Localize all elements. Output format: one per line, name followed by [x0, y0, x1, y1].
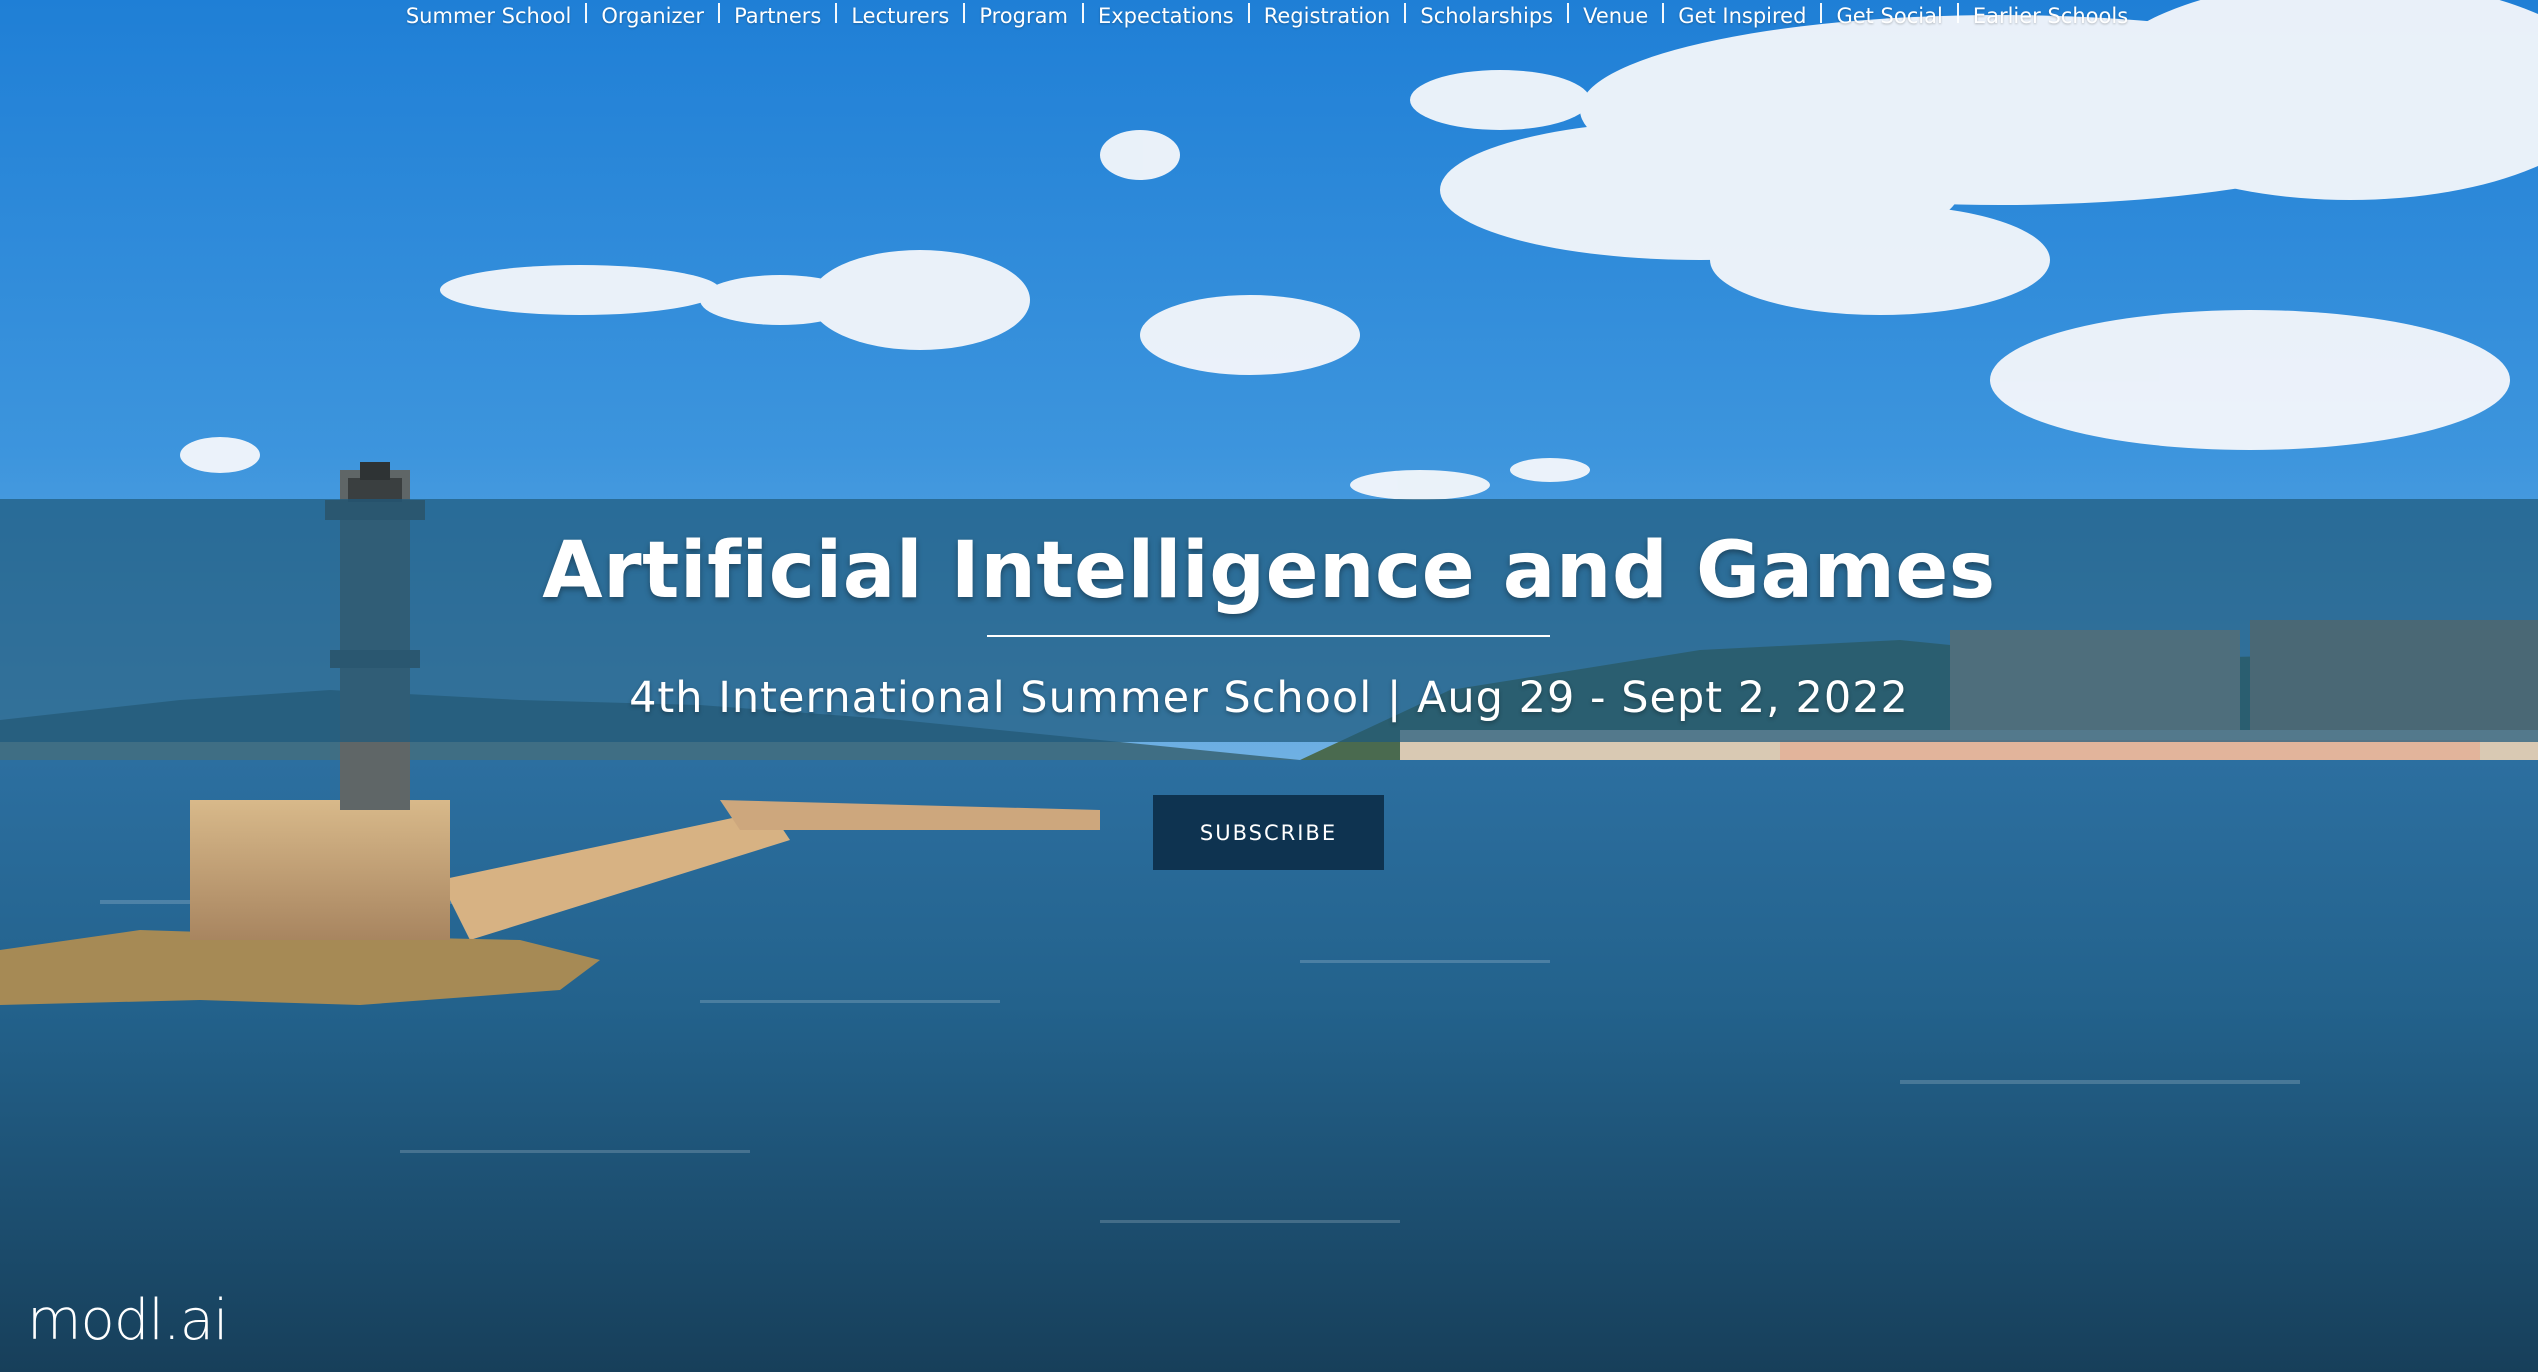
nav-item-program[interactable]: Program — [965, 0, 1082, 32]
nav-separator — [835, 3, 838, 23]
nav-separator — [1820, 3, 1823, 23]
nav-list: Summer School Organizer Partners Lecture… — [392, 0, 2142, 32]
nav-separator — [1081, 3, 1084, 23]
nav-separator — [963, 3, 966, 23]
nav-item-venue[interactable]: Venue — [1569, 0, 1662, 32]
nav-item-summer-school[interactable]: Summer School — [392, 0, 586, 32]
nav-separator — [1567, 3, 1570, 23]
nav-separator — [1404, 3, 1407, 23]
nav-item-earlier-schools[interactable]: Earlier Schools — [1959, 0, 2142, 32]
page-subtitle: 4th International Summer School | Aug 29… — [629, 673, 1909, 723]
nav-item-get-social[interactable]: Get Social — [1822, 0, 1956, 32]
nav-item-expectations[interactable]: Expectations — [1084, 0, 1248, 32]
nav-item-lecturers[interactable]: Lecturers — [837, 0, 963, 32]
nav-separator — [585, 3, 588, 23]
nav-item-registration[interactable]: Registration — [1250, 0, 1405, 32]
title-divider — [987, 635, 1550, 637]
nav-item-organizer[interactable]: Organizer — [587, 0, 718, 32]
nav-item-scholarships[interactable]: Scholarships — [1406, 0, 1567, 32]
page-title: Artificial Intelligence and Games — [542, 526, 1996, 616]
nav-item-get-inspired[interactable]: Get Inspired — [1664, 0, 1820, 32]
nav-separator — [1247, 3, 1250, 23]
nav-separator — [718, 3, 721, 23]
top-navigation: Summer School Organizer Partners Lecture… — [0, 0, 2538, 36]
hero-section: Summer School Organizer Partners Lecture… — [0, 0, 2538, 1372]
modl-ai-logo[interactable]: modl.ai — [27, 1286, 229, 1356]
nav-separator — [1956, 3, 1959, 23]
nav-separator — [1662, 3, 1665, 23]
subscribe-button[interactable]: SUBSCRIBE — [1153, 795, 1384, 870]
nav-item-partners[interactable]: Partners — [720, 0, 835, 32]
